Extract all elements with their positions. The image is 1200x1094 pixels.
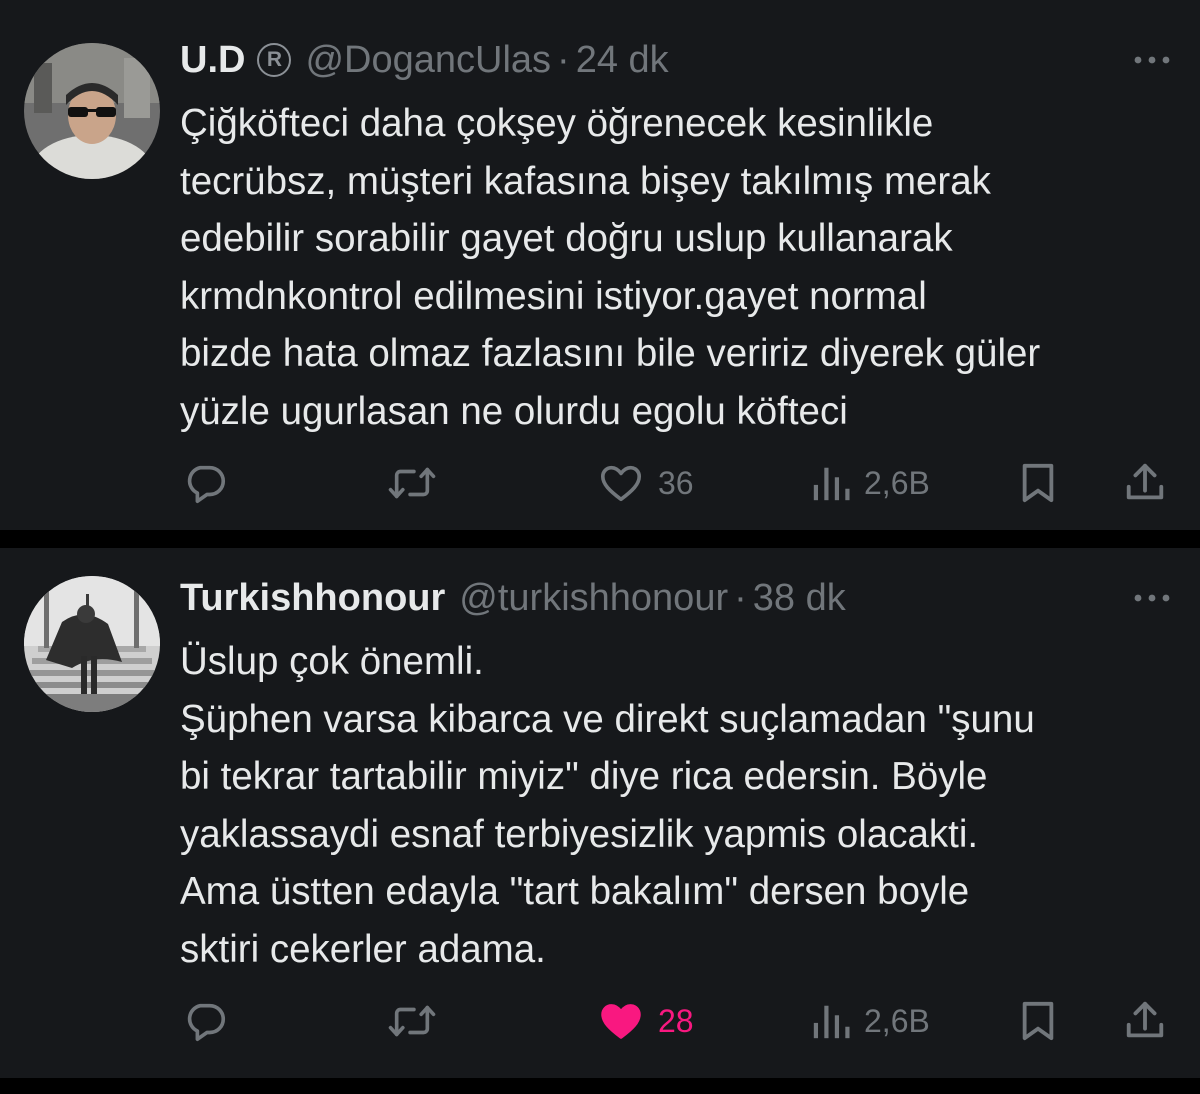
timestamp[interactable]: 24 dk [576, 39, 669, 82]
reply-button[interactable] [183, 458, 229, 508]
action-bar: 36 2,6B [0, 458, 1200, 508]
avatar[interactable] [24, 43, 160, 179]
like-button[interactable]: 28 [598, 996, 694, 1046]
tweet-text-line: Şüphen varsa kibarca ve direkt suçlamada… [180, 697, 1035, 741]
bookmark-button[interactable] [1017, 996, 1059, 1046]
share-icon [1126, 463, 1164, 500]
like-count: 36 [658, 464, 694, 501]
views-icon [813, 467, 850, 501]
avatar[interactable] [24, 576, 160, 712]
share-icon [1126, 1001, 1164, 1038]
tweet-text-line: edebilir sorabilir gayet doğru uslup kul… [180, 217, 953, 260]
view-count: 2,6B [864, 464, 930, 501]
retweet-icon [388, 467, 436, 499]
more-icon[interactable] [1130, 50, 1174, 70]
user-handle[interactable]: @turkishhonour [459, 577, 728, 620]
view-count: 2,6B [864, 1002, 930, 1039]
tweet-header: Turkishhonour @turkishhonour · 38 dk [180, 573, 1120, 623]
reply-button[interactable] [183, 996, 229, 1046]
tweet-text: Çiğköfteci daha çokşey öğrenecek kesinli… [180, 95, 1180, 440]
display-name[interactable]: U.D [180, 39, 245, 82]
views-button[interactable]: 2,6B [810, 458, 930, 508]
retweet-icon [388, 1005, 436, 1037]
tweet-card[interactable]: U.D R @DogancUlas · 24 dk Çiğköfteci dah… [0, 0, 1200, 530]
avatar-photo [24, 576, 160, 712]
share-button[interactable] [1122, 996, 1168, 1046]
bookmark-button[interactable] [1017, 458, 1059, 508]
more-icon[interactable] [1130, 588, 1174, 608]
tweet-text-line: bi tekrar tartabilir miyiz" diye rica ed… [180, 755, 988, 798]
tweet-text-line: yaklassaydi esnaf terbiyesizlik yapmis o… [180, 812, 979, 856]
reply-icon [187, 465, 226, 504]
share-button[interactable] [1122, 458, 1168, 508]
tweet-header: U.D R @DogancUlas · 24 dk [180, 35, 1120, 85]
like-count: 28 [658, 1002, 694, 1039]
tweet-text-line: tecrübsz, müşteri kafasına bişey takılmı… [180, 159, 991, 203]
tweet-text-line: sktiri cekerler adama. [180, 927, 546, 971]
tweet-text: Üslup çok önemli. Şüphen varsa kibarca v… [180, 633, 1180, 978]
separator-dot: · [734, 576, 747, 619]
reply-icon [187, 1003, 226, 1042]
retweet-button[interactable] [387, 458, 437, 508]
bookmark-icon [1022, 1001, 1054, 1041]
tweet-text-line: Çiğköfteci daha çokşey öğrenecek kesinli… [180, 102, 934, 145]
tweet-text-line: krmdnkontrol edilmesini istiyor.gayet no… [180, 274, 927, 318]
views-icon [813, 1005, 850, 1039]
registered-badge-icon: R [257, 43, 292, 77]
retweet-button[interactable] [387, 996, 437, 1046]
user-handle[interactable]: @DogancUlas [305, 39, 551, 82]
tweet-text-line: bizde hata olmaz fazlasını bile veririz … [180, 332, 1041, 375]
like-button[interactable]: 36 [598, 458, 694, 508]
bookmark-icon [1022, 463, 1054, 503]
timestamp[interactable]: 38 dk [753, 577, 846, 620]
action-bar: 28 2,6B [0, 996, 1200, 1046]
views-button[interactable]: 2,6B [810, 996, 930, 1046]
avatar-photo [24, 43, 160, 179]
separator-dot: · [557, 38, 570, 81]
tweet-text-line: yüzle ugurlasan ne olurdu egolu köfteci [180, 389, 848, 433]
tweet-text-line: Ama üstten edayla "tart bakalım" dersen … [180, 870, 970, 913]
heart-icon [600, 465, 642, 502]
display-name[interactable]: Turkishhonour [180, 577, 445, 620]
tweet-text-line: Üslup çok önemli. [180, 640, 484, 683]
heart-filled-icon [601, 1004, 641, 1039]
